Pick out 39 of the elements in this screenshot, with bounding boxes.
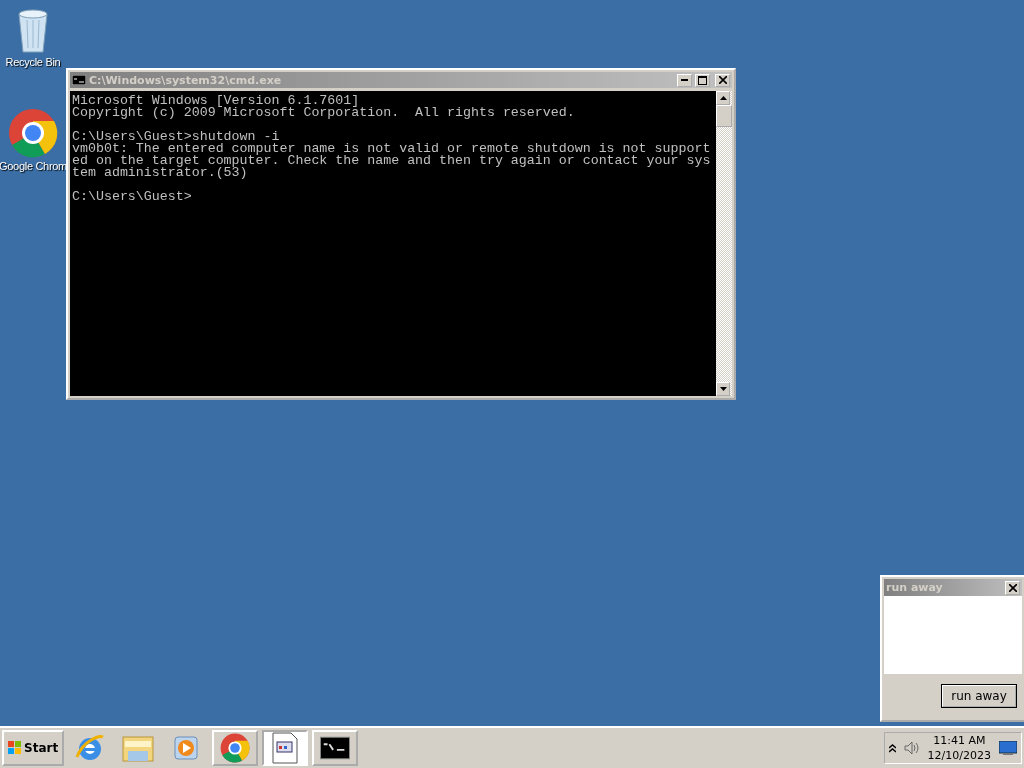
scroll-up-button[interactable] [716, 91, 730, 105]
start-button[interactable]: Start [2, 730, 65, 766]
clock-time[interactable]: 11:41 AM [933, 733, 986, 748]
window-title: C:\Windows\system32\cmd.exe [89, 73, 283, 87]
close-icon [718, 76, 727, 84]
minimize-icon [681, 79, 688, 81]
taskbar-button[interactable] [312, 730, 359, 766]
console-line: Microsoft Windows [Version 6.1.7601] [72, 95, 360, 107]
chrome-icon [8, 108, 58, 158]
monitor-icon[interactable] [999, 741, 1017, 755]
maximize-button[interactable] [695, 73, 710, 87]
close-button[interactable] [715, 73, 730, 87]
close-button[interactable] [1005, 580, 1020, 595]
minimize-button[interactable] [677, 73, 692, 87]
dialog-title: run away [886, 581, 944, 594]
console-icon [320, 736, 351, 760]
scrollbar[interactable] [716, 91, 732, 396]
chevron-up-icon[interactable] [888, 743, 896, 753]
console-line: C:\Users\Guest>shutdown -i [72, 131, 280, 143]
clock-date[interactable]: 12/10/2023 [927, 748, 991, 763]
down-arrow-icon [719, 387, 727, 391]
run-away-button[interactable]: run away [942, 685, 1016, 707]
maximize-icon [698, 75, 707, 85]
desktop-icon-label[interactable]: Recycle Bin [5, 56, 61, 68]
up-arrow-icon [719, 96, 727, 100]
console-line: vm0b0t: The entered computer name is not valid or remote shutdown is not support [72, 143, 712, 155]
console-icon [72, 75, 86, 85]
console-line: tem administrator.(53) [72, 167, 248, 179]
console-line: C:\Users\Guest> [72, 191, 193, 203]
speaker-icon[interactable] [903, 741, 920, 755]
close-icon [1008, 583, 1017, 592]
windows-logo-icon [8, 741, 22, 755]
browser-e-icon[interactable] [75, 733, 106, 763]
recycle-bin-icon [15, 6, 51, 54]
scroll-down-button[interactable] [716, 382, 730, 396]
console-line: Copyright (c) 2009 Microsoft Corporation. All rights reserved. [72, 107, 576, 119]
console-line: ed on the target computer. Check the name and then try again or contact your sys [72, 155, 712, 167]
desktop-icon-label[interactable]: Google Chrom [0, 160, 67, 172]
chrome-icon [220, 732, 251, 764]
